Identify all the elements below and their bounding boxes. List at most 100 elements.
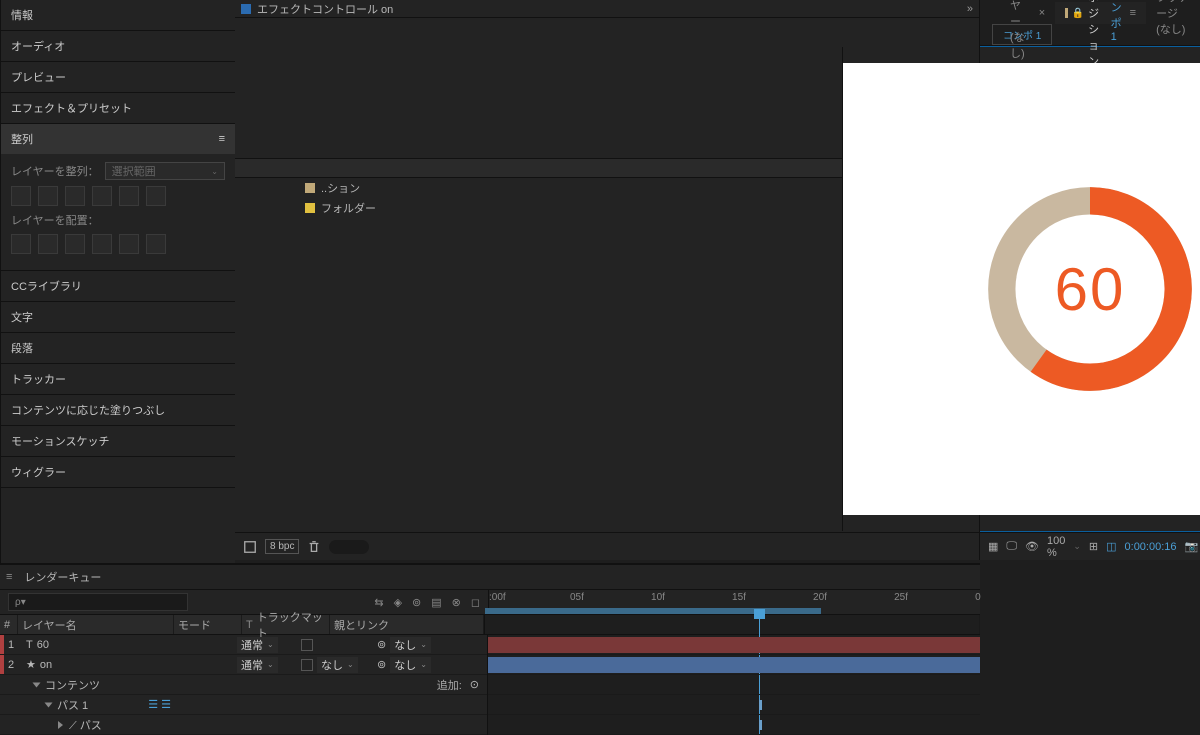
close-icon[interactable]: × (1039, 7, 1045, 19)
distribute-button[interactable] (38, 234, 58, 254)
composition-viewer[interactable]: 60 (980, 46, 1200, 532)
blend-mode-dropdown[interactable]: 通常⌄ (237, 657, 278, 673)
tab-footage[interactable]: フッテージ (なし) (1146, 2, 1200, 24)
align-button[interactable] (11, 186, 31, 206)
property-track[interactable] (488, 715, 980, 735)
layer-name[interactable]: T 60 (18, 639, 237, 651)
panel-header-8[interactable]: トラッカー (1, 364, 235, 394)
pickwhip-icon[interactable]: ⊚ (377, 658, 386, 671)
dropdown-arrow-icon[interactable]: ⌄ (1073, 541, 1081, 552)
twirl-icon[interactable] (45, 702, 53, 707)
magnify-icon[interactable]: ▦ (988, 540, 998, 554)
render-queue-tab[interactable]: レンダーキュー (24, 569, 101, 585)
project-settings-icon[interactable] (243, 540, 257, 554)
distribute-button[interactable] (92, 234, 112, 254)
col-mode[interactable]: モード (174, 615, 242, 634)
layer-row[interactable]: 2 ★ on 通常⌄ なし⌄ ⊚なし⌄ (0, 655, 487, 675)
trash-icon[interactable] (307, 540, 321, 554)
add-button-icon[interactable]: ⊙ (470, 678, 479, 691)
panel-header-6[interactable]: 文字 (1, 302, 235, 332)
timeline-search-input[interactable]: ρ▾ (8, 593, 188, 611)
tab-layer-label: レイヤー (なし) (1010, 0, 1031, 61)
expand-chevron-icon[interactable]: » (967, 3, 973, 15)
trackmatte-toggle[interactable] (301, 639, 313, 651)
panel-menu-icon[interactable]: ≡ (219, 133, 225, 145)
align-target-dropdown[interactable]: 選択範囲⌄ (105, 162, 225, 180)
panel-title: CCライブラリ (11, 278, 82, 294)
parent-dropdown[interactable]: なし⌄ (390, 637, 431, 653)
distribute-button[interactable] (11, 234, 31, 254)
layer-bar[interactable] (488, 637, 980, 653)
motion-blur-icon[interactable]: ⊚ (412, 596, 421, 609)
col-parent[interactable]: 親とリンク (330, 615, 484, 634)
panel-header-5[interactable]: CCライブラリ (1, 271, 235, 301)
panel-header-7[interactable]: 段落 (1, 333, 235, 363)
property-link-icon[interactable]: ☰ ☰ (148, 698, 171, 711)
property-track[interactable] (488, 675, 980, 695)
col-layer-name[interactable]: レイヤー名 (18, 615, 174, 634)
property-row[interactable]: ⟋ パス (0, 715, 487, 735)
col-index[interactable]: # (0, 615, 18, 634)
layer-row[interactable]: 1 T 60 通常⌄ ⊚なし⌄ (0, 635, 487, 655)
effect-controls-tab[interactable]: エフェクトコントロール on » (235, 0, 979, 18)
twirl-icon[interactable] (33, 682, 41, 687)
composition-canvas[interactable]: 60 (843, 63, 1200, 515)
guides-icon[interactable]: ◫ (1106, 540, 1116, 554)
panel-header-9[interactable]: コンテンツに応じた塗りつぶし (1, 395, 235, 425)
lock-icon[interactable]: 🔒 (1072, 8, 1084, 19)
panel-header-4[interactable]: 整列 ≡ (1, 124, 235, 154)
panel-header-2[interactable]: プレビュー (1, 62, 235, 92)
mask-icon[interactable]: 👁 (1025, 540, 1039, 554)
panel-menu-icon[interactable]: ≡ (6, 571, 12, 583)
layer-track[interactable] (488, 635, 980, 655)
panel-header-1[interactable]: オーディオ (1, 31, 235, 61)
distribute-button[interactable] (146, 234, 166, 254)
keyframe-icon[interactable] (759, 700, 762, 710)
layer-bar[interactable] (488, 657, 980, 673)
align-button[interactable] (38, 186, 58, 206)
panel-header-3[interactable]: エフェクト＆プリセット (1, 93, 235, 123)
ruler-tick: 10f (651, 592, 665, 603)
tab-layer[interactable]: レイヤー (なし)× (1000, 2, 1055, 24)
panel-title: オーディオ (11, 38, 65, 54)
layer-track[interactable] (488, 655, 980, 675)
property-row[interactable]: コンテンツ追加:⊙ (0, 675, 487, 695)
grid-icon[interactable]: ⊞ (1089, 540, 1098, 554)
panel-menu-icon[interactable]: ≡ (1130, 7, 1136, 19)
panel-title: 整列 (11, 131, 33, 147)
layer-name[interactable]: ★ on (18, 658, 237, 671)
align-button[interactable] (119, 186, 139, 206)
pickwhip-icon[interactable]: ⊚ (377, 638, 386, 651)
graph-editor-icon[interactable]: ▤ (431, 596, 441, 609)
distribute-button[interactable] (119, 234, 139, 254)
bpc-button[interactable]: 8 bpc (265, 539, 299, 554)
panel-header-0[interactable]: 情報 (1, 0, 235, 30)
zoom-value[interactable]: 100 % (1047, 535, 1065, 559)
align-button[interactable] (146, 186, 166, 206)
zoom-slider[interactable] (329, 540, 369, 554)
trackmatte-dropdown[interactable]: なし⌄ (317, 657, 358, 673)
current-time[interactable]: 0:00:00:16 (1125, 541, 1177, 553)
frame-blend-icon[interactable]: ◈ (394, 596, 402, 609)
brain-icon[interactable]: ⊗ (452, 596, 461, 609)
twirl-icon[interactable] (58, 721, 63, 729)
monitor-icon[interactable]: 🖵 (1006, 540, 1017, 554)
tab-indicator-icon (241, 4, 251, 14)
shy-icon[interactable]: ⇆ (374, 596, 383, 609)
panel-header-11[interactable]: ウィグラー (1, 457, 235, 487)
trackmatte-toggle[interactable] (301, 659, 313, 671)
panel-header-10[interactable]: モーションスケッチ (1, 426, 235, 456)
draft3d-icon[interactable]: ◻ (471, 596, 480, 609)
align-button[interactable] (65, 186, 85, 206)
tab-composition[interactable]: 🔒 コンポジション コンポ 1 ≡ (1055, 2, 1146, 24)
panel-title: トラッカー (11, 371, 66, 387)
distribute-button[interactable] (65, 234, 85, 254)
align-button[interactable] (92, 186, 112, 206)
parent-dropdown[interactable]: なし⌄ (390, 657, 431, 673)
keyframe-icon[interactable] (759, 720, 762, 730)
col-trackmatte[interactable]: Tトラックマット (242, 615, 330, 634)
property-track[interactable] (488, 695, 980, 715)
snapshot-icon[interactable]: 📷 (1185, 540, 1199, 554)
property-row[interactable]: パス 1☰ ☰ (0, 695, 487, 715)
blend-mode-dropdown[interactable]: 通常⌄ (237, 637, 278, 653)
